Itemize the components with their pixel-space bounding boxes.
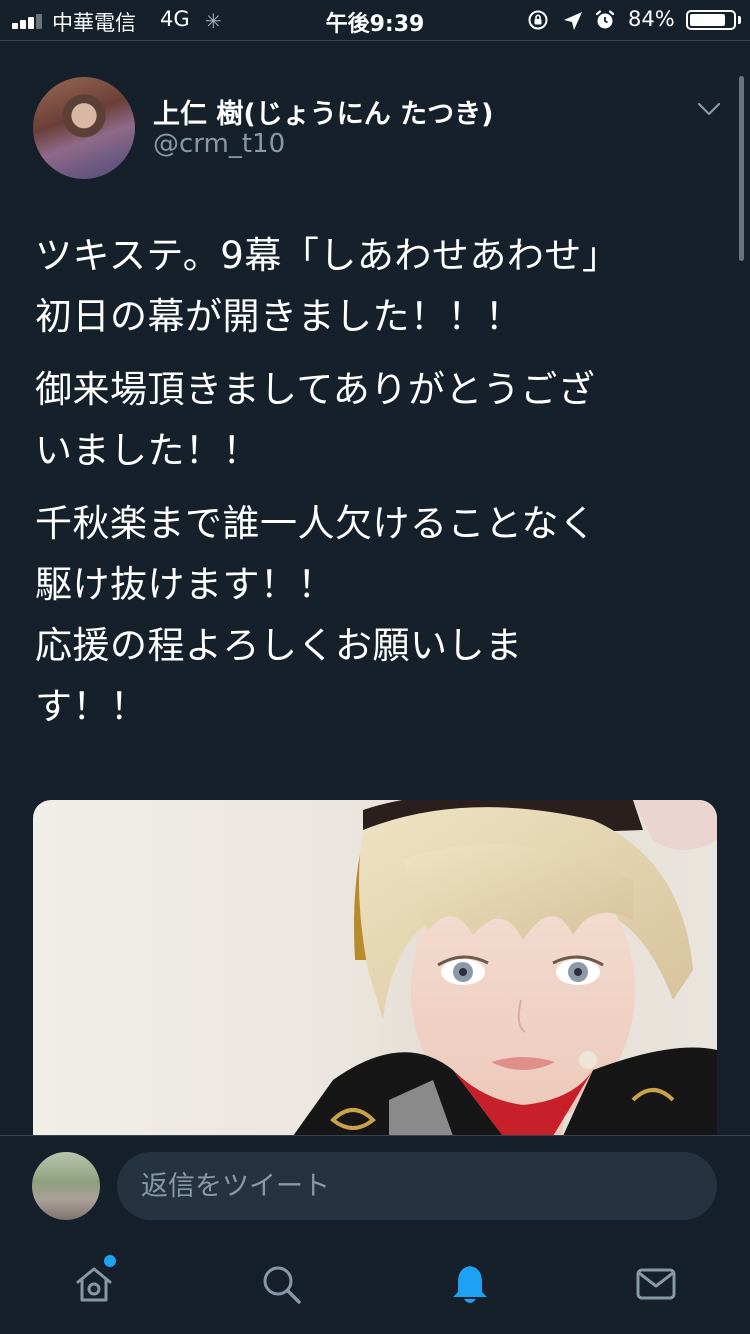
- search-icon: [263, 1266, 301, 1304]
- author-name[interactable]: 上仁 樹(じょうにん たつき): [153, 92, 493, 131]
- tweet-paragraph: 御来場頂きましてありがとうござ いました！！: [35, 368, 596, 472]
- status-bar: 中華電信 4G ✳ 午後9:39 84%: [0, 0, 750, 40]
- location-arrow-icon: [564, 12, 582, 30]
- reply-input[interactable]: [117, 1152, 717, 1220]
- tweet-photo[interactable]: [33, 800, 717, 1136]
- tab-home[interactable]: [72, 1262, 116, 1306]
- battery-fill: [690, 14, 725, 26]
- battery-icon: [686, 10, 736, 30]
- mail-icon: [636, 1268, 676, 1300]
- battery-percent: 84%: [628, 7, 675, 31]
- chevron-down-icon[interactable]: [696, 98, 722, 120]
- tab-messages[interactable]: [634, 1262, 678, 1306]
- alarm-icon: [595, 10, 615, 29]
- author-handle[interactable]: @crm_t10: [153, 129, 285, 159]
- new-tweets-badge: [104, 1255, 116, 1267]
- battery-tip: [738, 16, 741, 24]
- tab-search[interactable]: [259, 1262, 303, 1306]
- user-avatar[interactable]: [32, 1152, 100, 1220]
- rotation-lock-icon: [528, 10, 548, 30]
- tweet-paragraph: 千秋楽まで誰一人欠けることなく 駆け抜けます！！ 応援の程よろしくお願いしま す…: [35, 502, 597, 728]
- tab-notifications[interactable]: [448, 1262, 492, 1306]
- bell-icon: [453, 1266, 487, 1303]
- home-icon: [76, 1267, 112, 1302]
- tweet-text: ツキステ。9幕「しあわせあわせ」 初日の幕が開きました！！！ 御来場頂きましてあ…: [35, 225, 705, 749]
- scrollbar[interactable]: [739, 76, 744, 261]
- author-avatar[interactable]: [33, 77, 135, 179]
- tweet-paragraph: ツキステ。9幕「しあわせあわせ」 初日の幕が開きました！！！: [35, 234, 620, 338]
- status-divider: [0, 40, 750, 41]
- photo-illustration: [293, 800, 717, 1136]
